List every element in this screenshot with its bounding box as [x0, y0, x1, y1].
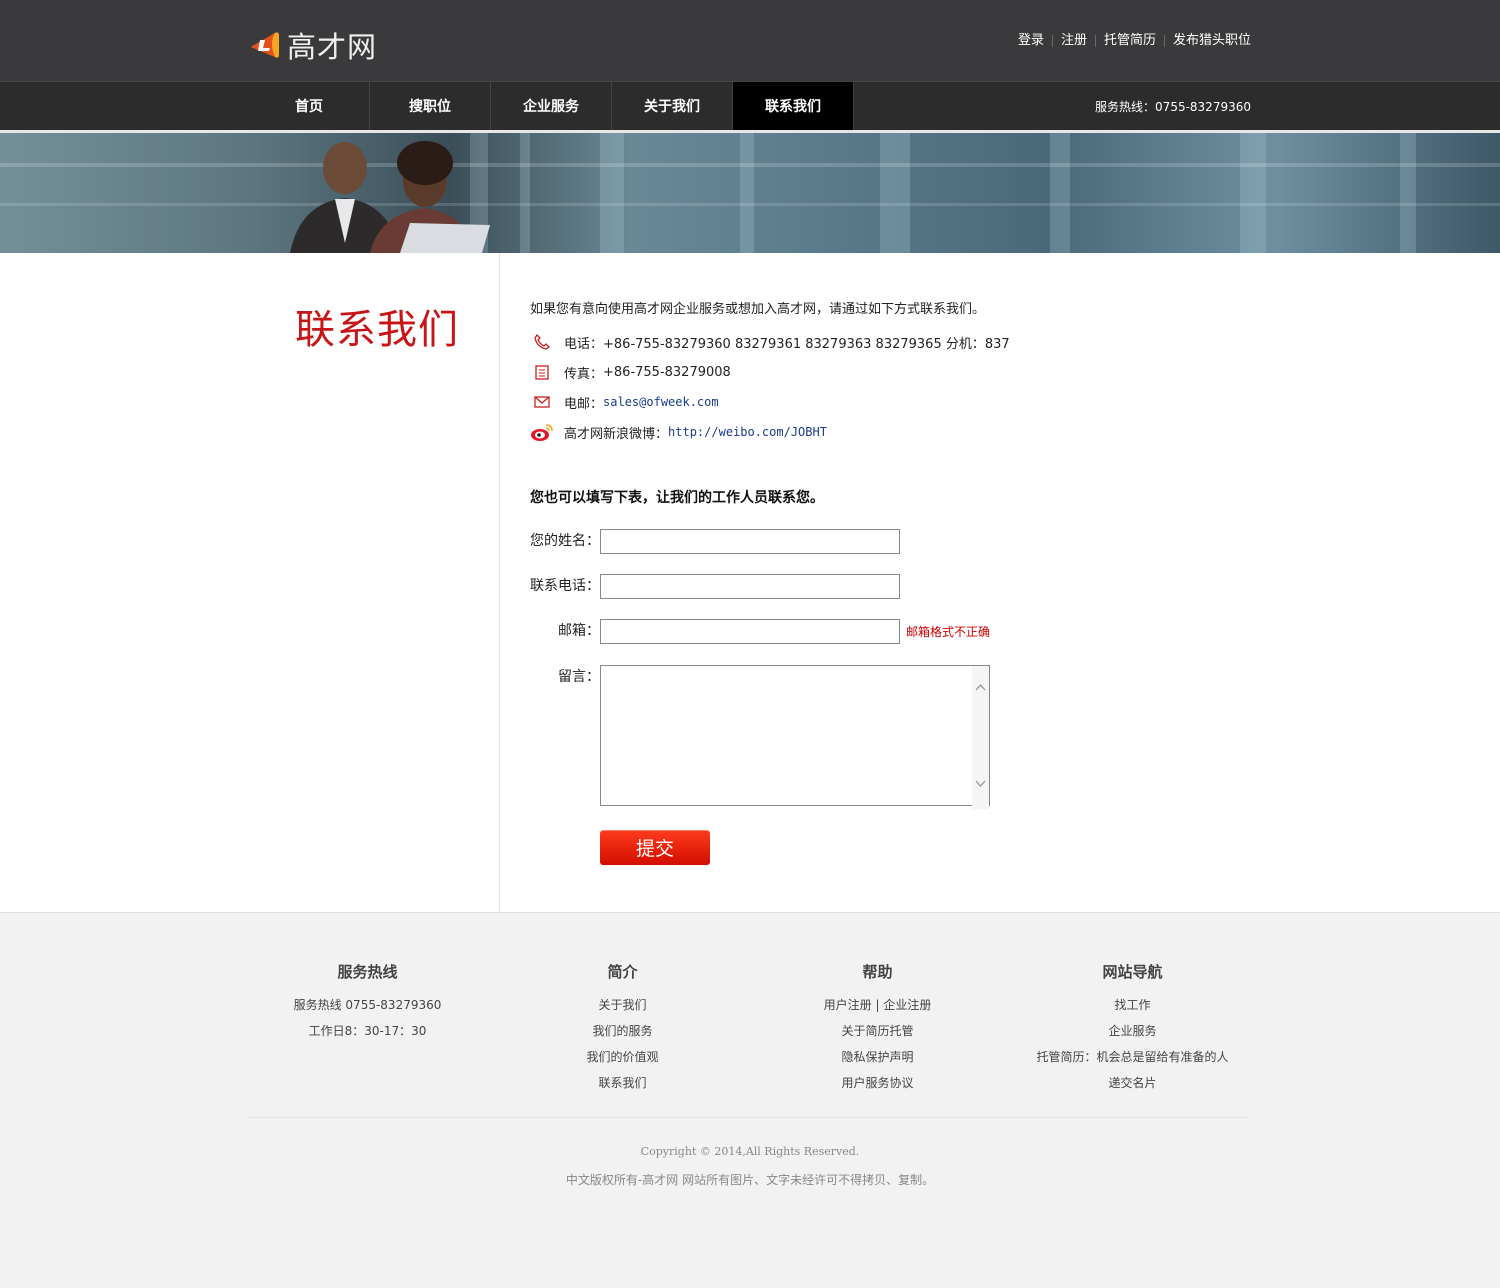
left-column: 联系我们 — [0, 253, 500, 913]
footer-link-about[interactable]: 关于我们 — [495, 992, 750, 1018]
weibo-label: 高才网新浪微博： — [564, 426, 669, 442]
email-link[interactable]: sales@ofweek.com — [603, 395, 719, 409]
footer-link-host-resume[interactable]: 托管简历：机会总是留给有准备的人 — [1005, 1044, 1260, 1070]
footer-link-terms[interactable]: 用户服务协议 — [750, 1070, 1005, 1096]
contact-weibo: 高才网新浪微博： http://weibo.com/JOBHT — [530, 417, 1230, 447]
copyright-text: Copyright © 2014,All Rights Reserved. — [640, 1145, 860, 1158]
fax-icon — [530, 361, 554, 383]
phone-icon — [530, 331, 554, 353]
phone-value: +86-755-83279360 83279361 83279363 83279… — [603, 336, 1010, 352]
footer-col-title: 简介 — [607, 963, 638, 981]
email-field-label: 邮箱： — [558, 623, 600, 639]
footer-col-title: 服务热线 — [337, 963, 398, 981]
nav-item-enterprise-services[interactable]: 企业服务 — [491, 82, 612, 130]
phone-label: 电话： — [564, 336, 604, 352]
mail-icon — [530, 391, 554, 413]
page-title: 联系我们 — [295, 307, 459, 353]
footer-link-register[interactable]: 用户注册 | 企业注册 — [750, 992, 1005, 1018]
footer-col-help: 帮助 用户注册 | 企业注册 关于简历托管 隐私保护声明 用户服务协议 — [750, 961, 1005, 1096]
post-headhunter-job-link[interactable]: 发布猎头职位 — [1165, 33, 1251, 49]
phone-field-label: 联系电话： — [530, 578, 600, 594]
footer-col-intro: 简介 关于我们 我们的服务 我们的价值观 联系我们 — [495, 961, 750, 1096]
fax-label: 传真： — [564, 366, 604, 382]
nav-item-home[interactable]: 首页 — [249, 82, 370, 130]
phone-input[interactable] — [600, 574, 900, 599]
nav-hotline: 服务热线：0755-83279360 — [1095, 100, 1251, 114]
message-row: 留言： — [530, 665, 1230, 810]
top-links: 登录 注册 托管简历 发布猎头职位 — [1010, 33, 1251, 49]
scroll-down-icon — [975, 780, 986, 787]
footer-link-privacy[interactable]: 隐私保护声明 — [750, 1044, 1005, 1070]
footer-hotline-text: 服务热线 0755-83279360 — [293, 998, 442, 1012]
top-header: 高才网 登录 注册 托管简历 发布猎头职位 — [0, 0, 1500, 81]
footer-link-services[interactable]: 我们的服务 — [495, 1018, 750, 1044]
phone-row: 联系电话： — [530, 574, 1230, 599]
site-name: 高才网 — [287, 30, 378, 64]
message-textarea[interactable] — [600, 665, 990, 806]
login-link[interactable]: 登录 — [1010, 33, 1052, 49]
email-row: 邮箱： 邮箱格式不正确 — [530, 619, 1230, 645]
email-input[interactable] — [600, 619, 900, 644]
contact-phone: 电话： +86-755-83279360 83279361 83279363 8… — [530, 327, 1230, 357]
footer-link-contact[interactable]: 联系我们 — [495, 1070, 750, 1096]
footer-col-sitemap: 网站导航 找工作 企业服务 托管简历：机会总是留给有准备的人 递交名片 — [1005, 961, 1260, 1096]
message-label: 留言： — [558, 669, 600, 685]
logo-icon — [249, 29, 281, 61]
footer-link-resume-hosting[interactable]: 关于简历托管 — [750, 1018, 1005, 1044]
footer-col-hotline: 服务热线 服务热线 0755-83279360 工作日8：30-17：30 — [240, 961, 495, 1044]
footer-link-find-job[interactable]: 找工作 — [1005, 992, 1260, 1018]
footer-col-title: 网站导航 — [1102, 963, 1163, 981]
form-title: 您也可以填写下表，让我们的工作人员联系您。 — [530, 490, 824, 506]
footer-link-business-card[interactable]: 递交名片 — [1005, 1070, 1260, 1096]
textarea-scrollbar[interactable] — [972, 666, 989, 809]
email-error-message: 邮箱格式不正确 — [906, 625, 991, 639]
nav-item-about-us[interactable]: 关于我们 — [612, 82, 733, 130]
weibo-link[interactable]: http://weibo.com/JOBHT — [668, 425, 827, 439]
nav-item-contact-us[interactable]: 联系我们 — [733, 82, 854, 130]
name-input[interactable] — [600, 529, 900, 554]
submit-button[interactable]: 提交 — [600, 830, 710, 865]
banner-image — [0, 133, 1500, 253]
nav-item-search-jobs[interactable]: 搜职位 — [370, 82, 491, 130]
main-content: 联系我们 如果您有意向使用高才网企业服务或想加入高才网，请通过如下方式联系我们。… — [0, 253, 1500, 913]
contact-content: 如果您有意向使用高才网企业服务或想加入高才网，请通过如下方式联系我们。 电话： … — [530, 299, 1230, 865]
business-people-photo — [290, 141, 490, 253]
contact-fax: 传真： +86-755-83279008 — [530, 357, 1230, 387]
host-resume-link[interactable]: 托管简历 — [1096, 33, 1164, 49]
copyright-notice: 中文版权所有-高才网 网站所有图片、文字未经许可不得拷贝、复制。 — [565, 1173, 935, 1187]
footer: 服务热线 服务热线 0755-83279360 工作日8：30-17：30 简介… — [0, 913, 1500, 1288]
main-nav: 首页 搜职位 企业服务 关于我们 联系我们 服务热线：0755-83279360 — [0, 81, 1500, 130]
intro-text: 如果您有意向使用高才网企业服务或想加入高才网，请通过如下方式联系我们。 — [530, 302, 986, 317]
contact-email: 电邮： sales@ofweek.com — [530, 387, 1230, 417]
site-logo[interactable]: 高才网 — [249, 24, 377, 66]
weibo-icon — [530, 421, 554, 443]
fax-value: +86-755-83279008 — [603, 364, 731, 380]
footer-link-enterprise[interactable]: 企业服务 — [1005, 1018, 1260, 1044]
footer-col-title: 帮助 — [862, 963, 893, 981]
footer-link-values[interactable]: 我们的价值观 — [495, 1044, 750, 1070]
scroll-up-icon — [975, 684, 986, 691]
message-wrapper — [600, 665, 990, 810]
footer-divider — [250, 1117, 1250, 1118]
register-link[interactable]: 注册 — [1053, 33, 1095, 49]
name-row: 您的姓名： — [530, 529, 1230, 554]
name-label: 您的姓名： — [530, 533, 600, 549]
email-label: 电邮： — [564, 396, 604, 412]
footer-workhours-text: 工作日8：30-17：30 — [308, 1024, 427, 1038]
